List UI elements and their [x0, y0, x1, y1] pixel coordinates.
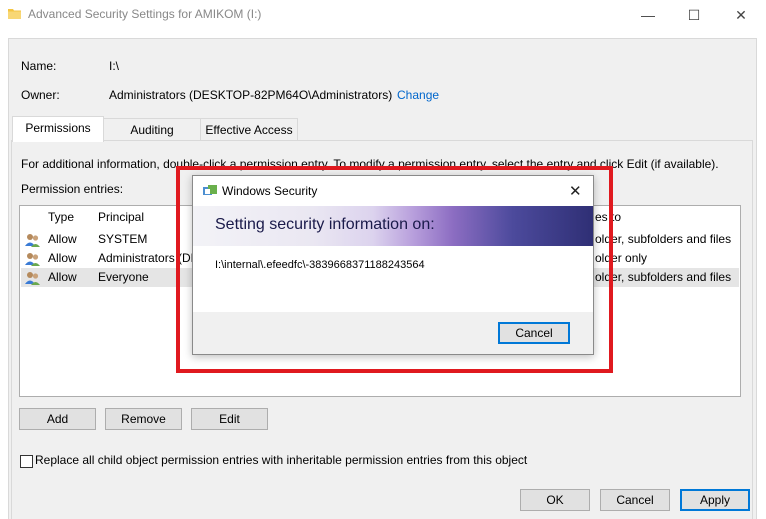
tab-auditing[interactable]: Auditing: [102, 118, 202, 141]
dialog-title: Windows Security: [222, 184, 318, 198]
row-principal: Everyone: [98, 270, 149, 284]
maximize-button[interactable]: ☐: [683, 4, 705, 26]
remove-button[interactable]: Remove: [105, 408, 182, 430]
window-titlebar: Advanced Security Settings for AMIKOM (I…: [0, 0, 766, 30]
edit-button[interactable]: Edit: [191, 408, 268, 430]
dialog-cancel-button[interactable]: Cancel: [498, 322, 570, 344]
dialog-content: I:\internal\.efeedfc\-383966837118824356…: [193, 246, 593, 312]
users-icon: [25, 234, 40, 247]
row-type: Allow: [48, 232, 77, 246]
add-button[interactable]: Add: [19, 408, 96, 430]
dialog-path: I:\internal\.efeedfc\-383966837118824356…: [215, 259, 425, 271]
apply-button[interactable]: Apply: [680, 489, 750, 511]
dialog-titlebar: Windows Security ✕: [193, 176, 593, 206]
dialog-heading: Setting security information on:: [215, 216, 435, 233]
row-type: Allow: [48, 270, 77, 284]
permission-entries-label: Permission entries:: [21, 182, 124, 196]
folder-icon: [8, 9, 21, 19]
windows-security-dialog: Windows Security ✕ Setting security info…: [192, 175, 594, 355]
row-applies-to: older, subfolders and files: [595, 232, 732, 246]
name-value: I:\: [109, 59, 120, 73]
replace-permissions-checkbox[interactable]: [20, 455, 33, 468]
close-button[interactable]: ✕: [730, 4, 752, 26]
column-header-principal[interactable]: Principal: [98, 210, 144, 224]
owner-label: Owner:: [21, 88, 60, 102]
ok-button[interactable]: OK: [520, 489, 590, 511]
tab-effective-access[interactable]: Effective Access: [200, 118, 298, 141]
window-title: Advanced Security Settings for AMIKOM (I…: [28, 7, 262, 21]
row-applies-to: older, subfolders and files: [595, 270, 732, 284]
row-principal: SYSTEM: [98, 232, 148, 246]
shield-icon: [203, 185, 217, 195]
close-icon[interactable]: ✕: [569, 182, 582, 200]
dialog-banner: Setting security information on:: [193, 206, 593, 246]
change-owner-link[interactable]: Change: [397, 88, 439, 102]
tab-permissions[interactable]: Permissions: [12, 116, 104, 142]
users-icon: [25, 272, 40, 285]
row-type: Allow: [48, 251, 77, 265]
name-label: Name:: [21, 59, 57, 73]
owner-value: Administrators (DESKTOP-82PM64O\Administ…: [109, 88, 393, 102]
replace-permissions-label: Replace all child object permission entr…: [35, 453, 528, 467]
minimize-button[interactable]: —: [637, 4, 659, 26]
column-header-type[interactable]: Type: [48, 210, 74, 224]
users-icon: [25, 253, 40, 266]
cancel-button[interactable]: Cancel: [600, 489, 670, 511]
